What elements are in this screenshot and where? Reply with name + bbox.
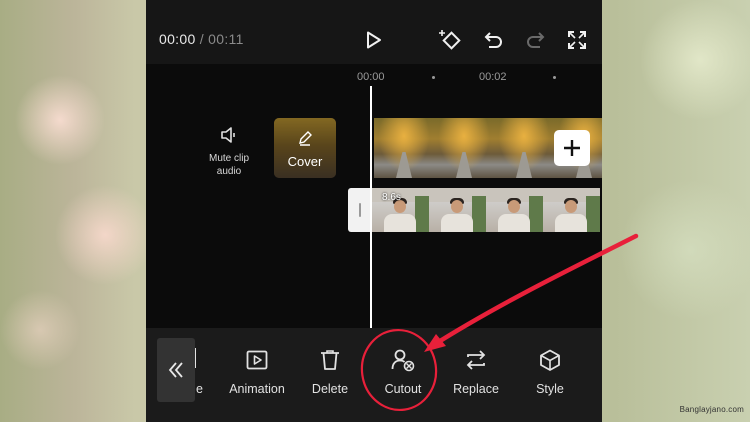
current-time: 00:00 xyxy=(159,31,196,47)
video-frame-thumbnail xyxy=(494,118,554,178)
time-separator: / xyxy=(199,31,204,47)
clip-frame-thumbnail xyxy=(543,188,600,232)
timeline-panel[interactable]: 00:00 00:02 Mute clip audio Cover 8.6s xyxy=(146,64,602,328)
play-icon xyxy=(367,31,381,49)
watermark: Banglayjano.com xyxy=(679,405,744,414)
replace-icon xyxy=(466,350,486,370)
keyframe-button[interactable] xyxy=(436,26,464,54)
replace-tool-label: Replace xyxy=(453,382,499,396)
redo-icon xyxy=(527,32,545,48)
cutout-tool-label: Cutout xyxy=(384,382,422,396)
partial-tool-label: e xyxy=(196,382,203,396)
animation-tool-label: Animation xyxy=(229,382,285,396)
editor-phone-screen: 00:00 / 00:11 00:00 00:02 Mute clip audi… xyxy=(146,0,602,422)
add-clip-button[interactable] xyxy=(554,130,590,166)
double-chevron-left-icon xyxy=(168,362,183,378)
ruler-tick xyxy=(432,76,435,79)
replace-tool-button[interactable]: Replace xyxy=(436,346,516,396)
mute-label-line1: Mute clip xyxy=(208,153,249,164)
fullscreen-button[interactable] xyxy=(564,27,590,53)
speaker-mute-icon xyxy=(221,127,235,143)
animation-icon xyxy=(246,350,268,370)
undo-icon xyxy=(484,32,502,48)
redo-button[interactable] xyxy=(523,27,549,53)
cutout-icon xyxy=(391,349,415,372)
plus-icon xyxy=(564,140,580,156)
playhead[interactable] xyxy=(370,86,372,328)
style-tool-label: Style xyxy=(536,382,564,396)
ruler-mark-1: 00:02 xyxy=(479,71,507,83)
cover-thumbnail xyxy=(274,118,336,178)
clip-frame-thumbnail xyxy=(429,188,486,232)
animation-tool-button[interactable]: Animation xyxy=(217,346,297,396)
total-time: 00:11 xyxy=(208,31,244,47)
ruler-tick xyxy=(553,76,556,79)
cutout-tool-button[interactable]: Cutout xyxy=(363,346,443,396)
mute-label-line2: audio xyxy=(216,166,242,177)
video-frame-thumbnail xyxy=(434,118,494,178)
cover-button[interactable]: Cover xyxy=(274,118,336,178)
style-cube-icon xyxy=(540,349,560,371)
clip-duration: 8.6s xyxy=(382,192,401,203)
edit-toolbar: e Animation Delete Cutout Replace Style xyxy=(146,328,602,422)
edit-pencil-icon xyxy=(299,131,312,146)
clip-trim-handle[interactable] xyxy=(348,188,372,232)
trash-icon xyxy=(321,350,339,370)
keyframe-icon xyxy=(439,30,461,50)
style-tool-button[interactable]: Style xyxy=(510,346,590,396)
delete-tool-button[interactable]: Delete xyxy=(290,346,370,396)
playback-time: 00:00 / 00:11 xyxy=(159,31,244,47)
ruler-mark-0: 00:00 xyxy=(357,71,385,83)
clip-frame-thumbnail xyxy=(486,188,543,232)
overlay-clip-track[interactable]: 8.6s xyxy=(348,188,602,232)
delete-tool-label: Delete xyxy=(311,382,349,396)
video-frame-thumbnail xyxy=(374,118,434,178)
collapse-toolbar-button[interactable] xyxy=(157,338,195,402)
cover-label: Cover xyxy=(287,154,323,169)
player-controls-bar: 00:00 / 00:11 xyxy=(146,0,602,64)
undo-button[interactable] xyxy=(480,27,506,53)
fullscreen-icon xyxy=(568,31,586,49)
play-button[interactable] xyxy=(360,27,386,53)
mute-clip-audio-button[interactable]: Mute clip audio xyxy=(196,124,262,178)
